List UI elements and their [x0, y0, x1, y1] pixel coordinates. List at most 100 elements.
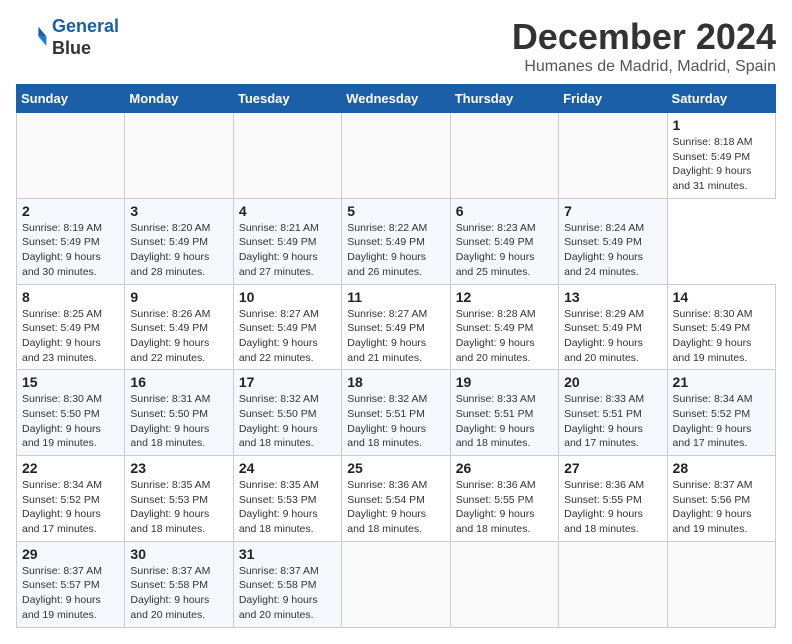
day-info: Sunrise: 8:32 AMSunset: 5:51 PMDaylight:…: [347, 392, 444, 451]
calendar-cell-day-30: 30 Sunrise: 8:37 AMSunset: 5:58 PMDayligh…: [125, 541, 233, 627]
calendar-cell-day-6: 6Sunrise: 8:23 AMSunset: 5:49 PMDaylight…: [450, 198, 558, 284]
calendar-cell-day-8: 8 Sunrise: 8:25 AMSunset: 5:49 PMDaylight…: [17, 284, 125, 370]
day-info: Sunrise: 8:24 AMSunset: 5:49 PMDaylight:…: [564, 221, 661, 280]
day-number: 27: [564, 460, 661, 476]
calendar-cell-day-31: 31 Sunrise: 8:37 AMSunset: 5:58 PMDayligh…: [233, 541, 341, 627]
title-area: December 2024 Humanes de Madrid, Madrid,…: [512, 16, 776, 76]
calendar-cell-day-21: 21 Sunrise: 8:34 AMSunset: 5:52 PMDayligh…: [667, 370, 775, 456]
calendar-cell-day-10: 10Sunrise: 8:27 AMSunset: 5:49 PMDayligh…: [233, 284, 341, 370]
day-number: 15: [22, 374, 119, 390]
calendar-week-row: 8 Sunrise: 8:25 AMSunset: 5:49 PMDaylight…: [17, 284, 776, 370]
day-number: 12: [456, 289, 553, 305]
calendar-cell-day-20: 20 Sunrise: 8:33 AMSunset: 5:51 PMDayligh…: [559, 370, 667, 456]
day-info: Sunrise: 8:29 AMSunset: 5:49 PMDaylight:…: [564, 307, 661, 366]
day-number: 5: [347, 203, 444, 219]
day-number: 31: [239, 546, 336, 562]
empty-cell: [667, 541, 775, 627]
day-info: Sunrise: 8:26 AMSunset: 5:49 PMDaylight:…: [130, 307, 227, 366]
calendar-cell-day-14: 14 Sunrise: 8:30 AMSunset: 5:49 PMDayligh…: [667, 284, 775, 370]
day-info: Sunrise: 8:37 AMSunset: 5:58 PMDaylight:…: [130, 564, 227, 623]
calendar-week-row: 22 Sunrise: 8:34 AMSunset: 5:52 PMDayligh…: [17, 456, 776, 542]
day-info: Sunrise: 8:35 AMSunset: 5:53 PMDaylight:…: [239, 478, 336, 537]
calendar-cell-day-23: 23Sunrise: 8:35 AMSunset: 5:53 PMDayligh…: [125, 456, 233, 542]
calendar-cell-day-28: 28Sunrise: 8:37 AMSunset: 5:56 PMDayligh…: [667, 456, 775, 542]
day-number: 14: [673, 289, 770, 305]
empty-cell: [233, 113, 341, 199]
calendar-cell-day-27: 27 Sunrise: 8:36 AMSunset: 5:55 PMDayligh…: [559, 456, 667, 542]
day-number: 25: [347, 460, 444, 476]
day-number: 30: [130, 546, 227, 562]
calendar-cell-day-25: 25 Sunrise: 8:36 AMSunset: 5:54 PMDayligh…: [342, 456, 450, 542]
logo: General Blue: [16, 16, 119, 59]
day-number: 6: [456, 203, 553, 219]
calendar-cell-day-5: 5 Sunrise: 8:22 AMSunset: 5:49 PMDaylight…: [342, 198, 450, 284]
calendar-cell-day-22: 22 Sunrise: 8:34 AMSunset: 5:52 PMDayligh…: [17, 456, 125, 542]
calendar-cell-day-17: 17Sunrise: 8:32 AMSunset: 5:50 PMDayligh…: [233, 370, 341, 456]
day-number: 22: [22, 460, 119, 476]
calendar-cell-day-7: 7Sunrise: 8:24 AMSunset: 5:49 PMDaylight…: [559, 198, 667, 284]
day-number: 19: [456, 374, 553, 390]
day-info: Sunrise: 8:21 AMSunset: 5:49 PMDaylight:…: [239, 221, 336, 280]
day-number: 4: [239, 203, 336, 219]
empty-cell: [450, 541, 558, 627]
day-number: 1: [673, 117, 770, 133]
main-title: December 2024: [512, 16, 776, 58]
calendar-cell-day-11: 11 Sunrise: 8:27 AMSunset: 5:49 PMDayligh…: [342, 284, 450, 370]
day-number: 8: [22, 289, 119, 305]
day-info: Sunrise: 8:33 AMSunset: 5:51 PMDaylight:…: [456, 392, 553, 451]
day-info: Sunrise: 8:20 AMSunset: 5:49 PMDaylight:…: [130, 221, 227, 280]
day-info: Sunrise: 8:36 AMSunset: 5:54 PMDaylight:…: [347, 478, 444, 537]
calendar-cell-day-9: 9Sunrise: 8:26 AMSunset: 5:49 PMDaylight…: [125, 284, 233, 370]
day-info: Sunrise: 8:28 AMSunset: 5:49 PMDaylight:…: [456, 307, 553, 366]
calendar-header-saturday: Saturday: [667, 85, 775, 113]
calendar-cell-day-29: 29Sunrise: 8:37 AMSunset: 5:57 PMDayligh…: [17, 541, 125, 627]
day-info: Sunrise: 8:34 AMSunset: 5:52 PMDaylight:…: [673, 392, 770, 451]
empty-cell: [342, 541, 450, 627]
day-number: 2: [22, 203, 119, 219]
calendar-week-row: 15Sunrise: 8:30 AMSunset: 5:50 PMDayligh…: [17, 370, 776, 456]
day-info: Sunrise: 8:37 AMSunset: 5:58 PMDaylight:…: [239, 564, 336, 623]
calendar-cell-day-13: 13 Sunrise: 8:29 AMSunset: 5:49 PMDayligh…: [559, 284, 667, 370]
day-info: Sunrise: 8:18 AMSunset: 5:49 PMDaylight:…: [673, 135, 770, 194]
day-number: 20: [564, 374, 661, 390]
day-number: 21: [673, 374, 770, 390]
calendar-week-row: 1 Sunrise: 8:18 AMSunset: 5:49 PMDaylight…: [17, 113, 776, 199]
calendar-cell-day-3: 3Sunrise: 8:20 AMSunset: 5:49 PMDaylight…: [125, 198, 233, 284]
empty-cell: [559, 541, 667, 627]
day-info: Sunrise: 8:37 AMSunset: 5:56 PMDaylight:…: [673, 478, 770, 537]
calendar-week-row: 29Sunrise: 8:37 AMSunset: 5:57 PMDayligh…: [17, 541, 776, 627]
calendar-header-sunday: Sunday: [17, 85, 125, 113]
calendar-header-thursday: Thursday: [450, 85, 558, 113]
location-subtitle: Humanes de Madrid, Madrid, Spain: [512, 58, 776, 76]
day-info: Sunrise: 8:36 AMSunset: 5:55 PMDaylight:…: [564, 478, 661, 537]
day-info: Sunrise: 8:27 AMSunset: 5:49 PMDaylight:…: [347, 307, 444, 366]
calendar-cell-day-15: 15Sunrise: 8:30 AMSunset: 5:50 PMDayligh…: [17, 370, 125, 456]
day-number: 23: [130, 460, 227, 476]
calendar-header-tuesday: Tuesday: [233, 85, 341, 113]
day-number: 16: [130, 374, 227, 390]
calendar-cell-day-12: 12 Sunrise: 8:28 AMSunset: 5:49 PMDayligh…: [450, 284, 558, 370]
empty-cell: [125, 113, 233, 199]
page-header: General Blue December 2024 Humanes de Ma…: [16, 16, 776, 76]
day-info: Sunrise: 8:36 AMSunset: 5:55 PMDaylight:…: [456, 478, 553, 537]
logo-text: General Blue: [52, 16, 119, 59]
day-info: Sunrise: 8:30 AMSunset: 5:49 PMDaylight:…: [673, 307, 770, 366]
calendar-week-row: 2Sunrise: 8:19 AMSunset: 5:49 PMDaylight…: [17, 198, 776, 284]
calendar-cell-day-26: 26Sunrise: 8:36 AMSunset: 5:55 PMDayligh…: [450, 456, 558, 542]
calendar-cell-day-18: 18 Sunrise: 8:32 AMSunset: 5:51 PMDayligh…: [342, 370, 450, 456]
day-info: Sunrise: 8:33 AMSunset: 5:51 PMDaylight:…: [564, 392, 661, 451]
day-number: 11: [347, 289, 444, 305]
day-info: Sunrise: 8:25 AMSunset: 5:49 PMDaylight:…: [22, 307, 119, 366]
day-info: Sunrise: 8:22 AMSunset: 5:49 PMDaylight:…: [347, 221, 444, 280]
day-info: Sunrise: 8:34 AMSunset: 5:52 PMDaylight:…: [22, 478, 119, 537]
day-number: 13: [564, 289, 661, 305]
calendar-header-friday: Friday: [559, 85, 667, 113]
day-number: 29: [22, 546, 119, 562]
calendar-table: SundayMondayTuesdayWednesdayThursdayFrid…: [16, 84, 776, 628]
day-number: 18: [347, 374, 444, 390]
day-info: Sunrise: 8:27 AMSunset: 5:49 PMDaylight:…: [239, 307, 336, 366]
empty-cell: [559, 113, 667, 199]
calendar-header-monday: Monday: [125, 85, 233, 113]
logo-icon: [16, 22, 48, 54]
day-info: Sunrise: 8:32 AMSunset: 5:50 PMDaylight:…: [239, 392, 336, 451]
